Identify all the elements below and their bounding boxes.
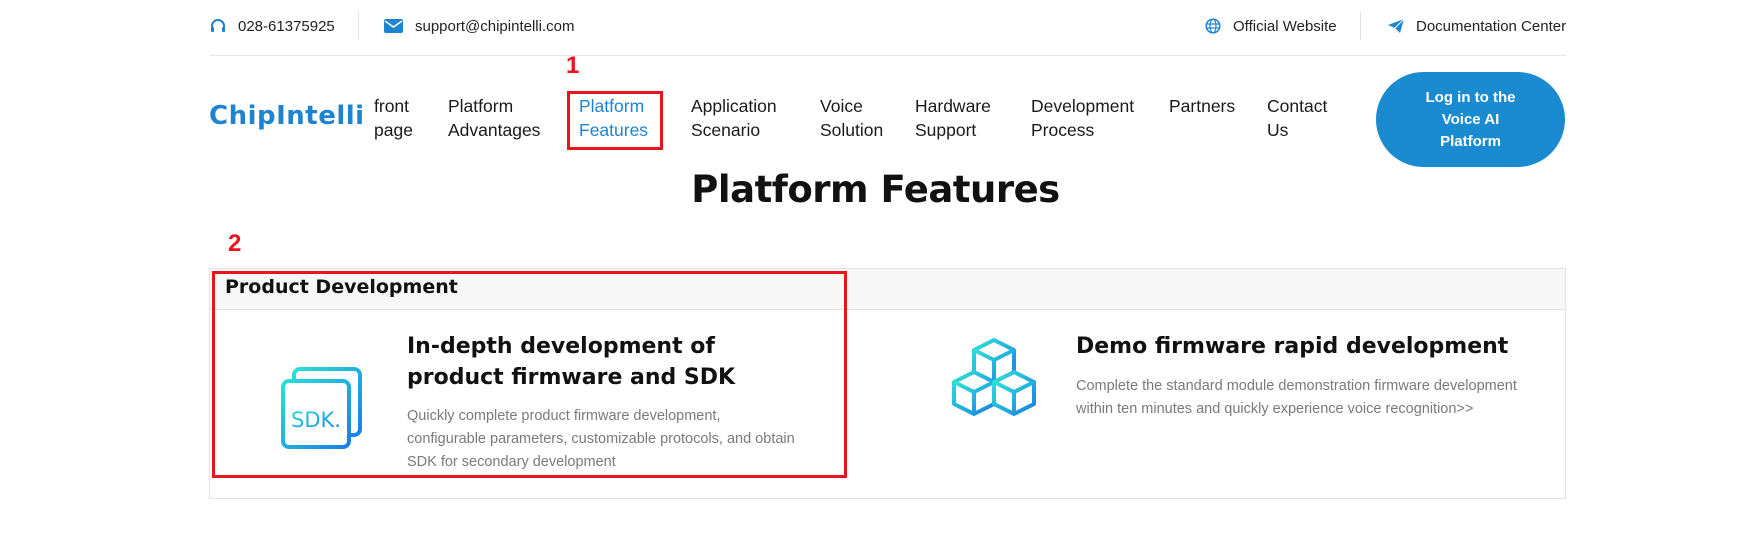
documentation-center-label: Documentation Center bbox=[1416, 17, 1567, 35]
official-website-link[interactable]: Official Website bbox=[1205, 0, 1337, 52]
chipintelli-logo[interactable]: ChipIntelli bbox=[209, 101, 365, 131]
nav-platform-advantages[interactable]: Platform Advantages bbox=[448, 94, 540, 142]
nav-partners[interactable]: Partners bbox=[1169, 94, 1235, 118]
card-firmware-sdk-description: Quickly complete product firmware develo… bbox=[407, 408, 795, 470]
product-development-panel: Product Development SDK. In-depth develo… bbox=[209, 268, 1566, 499]
nav-hardware-support[interactable]: Hardware Support bbox=[915, 94, 991, 142]
sdk-icon: SDK. bbox=[281, 367, 362, 449]
panel-header-label: Product Development bbox=[225, 276, 458, 298]
annotation-label-1: 1 bbox=[566, 52, 580, 79]
top-bar: 028-61375925 support@chipintelli.com Off… bbox=[210, 0, 1566, 56]
nav-voice-solution[interactable]: Voice Solution bbox=[820, 94, 883, 142]
nav-platform-features[interactable]: Platform Features bbox=[579, 94, 648, 142]
nav-application-scenario[interactable]: Application Scenario bbox=[691, 94, 777, 142]
cubes-icon bbox=[952, 338, 1036, 416]
card-demo-firmware-title[interactable]: Demo firmware rapid development bbox=[1076, 331, 1536, 362]
login-voice-ai-platform-button[interactable]: Log in to the Voice AI Platform bbox=[1376, 72, 1565, 167]
envelope-icon bbox=[384, 19, 403, 33]
panel-header[interactable]: Product Development bbox=[210, 269, 1565, 310]
annotation-label-2: 2 bbox=[228, 230, 242, 257]
paper-plane-icon bbox=[1388, 19, 1404, 33]
svg-text:SDK.: SDK. bbox=[291, 408, 341, 432]
email-contact[interactable]: support@chipintelli.com bbox=[384, 0, 574, 52]
globe-icon bbox=[1205, 18, 1221, 34]
nav-contact-us[interactable]: Contact Us bbox=[1267, 94, 1327, 142]
divider bbox=[358, 12, 359, 40]
divider bbox=[1360, 12, 1361, 40]
official-website-label: Official Website bbox=[1233, 17, 1337, 35]
headset-icon bbox=[211, 19, 225, 32]
email-address: support@chipintelli.com bbox=[415, 17, 575, 35]
documentation-center-link[interactable]: Documentation Center bbox=[1388, 0, 1566, 52]
page: 028-61375925 support@chipintelli.com Off… bbox=[0, 0, 1751, 538]
section-title: Platform Features bbox=[691, 168, 1060, 211]
phone-contact[interactable]: 028-61375925 bbox=[210, 0, 335, 52]
phone-number: 028-61375925 bbox=[238, 17, 335, 35]
card-demo-firmware-description[interactable]: Complete the standard module demonstrati… bbox=[1076, 375, 1536, 421]
card-firmware-sdk-title[interactable]: In-depth development of product firmware… bbox=[407, 331, 807, 393]
nav-front-page[interactable]: front page bbox=[374, 94, 413, 142]
nav-development-process[interactable]: Development Process bbox=[1031, 94, 1134, 142]
